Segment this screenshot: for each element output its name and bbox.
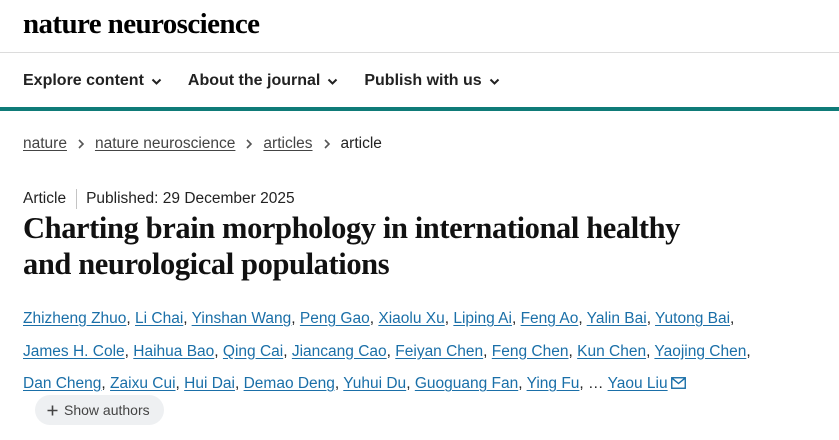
- envelope-icon[interactable]: [670, 377, 686, 389]
- author-link[interactable]: Hui Dai: [184, 375, 235, 392]
- journal-logo[interactable]: nature neuroscience: [23, 6, 260, 42]
- title-line-2: and neurological populations: [23, 247, 390, 281]
- author-link[interactable]: Feng Ao: [521, 310, 579, 327]
- author-link[interactable]: Peng Gao: [300, 310, 370, 327]
- author-link[interactable]: James H. Cole: [23, 343, 125, 360]
- author-link[interactable]: Qing Cai: [223, 343, 283, 360]
- author-link[interactable]: Yalin Bai: [587, 310, 647, 327]
- author-link[interactable]: Ying Fu: [527, 375, 580, 392]
- author-link[interactable]: Yaojing Chen: [654, 343, 746, 360]
- main-nav: Explore content About the journal Publis…: [23, 66, 526, 96]
- chevron-down-icon: [151, 78, 162, 85]
- author-link[interactable]: Liping Ai: [453, 310, 512, 327]
- nav-item-label: About the journal: [187, 72, 321, 89]
- accent-bar: [0, 107, 839, 111]
- author-link[interactable]: Haihua Bao: [133, 343, 214, 360]
- meta-divider: [76, 189, 78, 209]
- author-link[interactable]: Dan Cheng: [23, 375, 101, 392]
- published-date: Published: 29 December 2025: [86, 190, 295, 207]
- chevron-right-icon: [323, 139, 330, 149]
- author-ellipsis: …: [588, 375, 604, 392]
- author-link[interactable]: Zaixu Cui: [110, 375, 175, 392]
- show-authors-button[interactable]: Show authors: [35, 395, 164, 425]
- author-link[interactable]: Yutong Bai: [655, 310, 730, 327]
- show-authors-label: Show authors: [64, 402, 150, 418]
- nav-explore-content[interactable]: Explore content: [23, 72, 162, 90]
- author-link[interactable]: Demao Deng: [244, 375, 335, 392]
- chevron-down-icon: [328, 78, 338, 85]
- author-link[interactable]: Yinshan Wang: [192, 310, 292, 327]
- nav-item-label: Explore content: [23, 72, 144, 89]
- author-link[interactable]: Li Chai: [135, 310, 183, 327]
- author-link[interactable]: Zhizheng Zhuo: [23, 310, 126, 327]
- article-meta: Article Published: 29 December 2025: [23, 189, 295, 209]
- nav-about-journal[interactable]: About the journal: [188, 72, 338, 90]
- chevron-right-icon: [246, 139, 253, 149]
- chevron-down-icon: [489, 78, 499, 85]
- author-link[interactable]: Xiaolu Xu: [378, 310, 444, 327]
- author-link[interactable]: Jiancang Cao: [292, 343, 387, 360]
- article-type: Article: [23, 190, 67, 207]
- author-link[interactable]: Guoguang Fan: [415, 375, 518, 392]
- author-link[interactable]: Kun Chen: [577, 343, 646, 360]
- masthead: nature neuroscience: [23, 6, 260, 42]
- header-divider: [0, 52, 839, 53]
- breadcrumb-articles[interactable]: articles: [263, 135, 312, 153]
- nav-publish-with-us[interactable]: Publish with us: [364, 72, 499, 90]
- author-link[interactable]: Feng Chen: [492, 343, 569, 360]
- article-title: Charting brain morphology in internation…: [23, 210, 813, 282]
- author-link[interactable]: Feiyan Chen: [395, 343, 483, 360]
- breadcrumb-nature-neuroscience[interactable]: nature neuroscience: [95, 135, 235, 153]
- breadcrumb-nature[interactable]: nature: [23, 135, 67, 153]
- chevron-right-icon: [78, 139, 85, 149]
- corresponding-author-link[interactable]: Yaou Liu: [608, 375, 668, 392]
- breadcrumb-current: article: [340, 135, 382, 152]
- title-line-1: Charting brain morphology in internation…: [23, 211, 681, 245]
- nav-item-label: Publish with us: [364, 72, 482, 89]
- plus-icon: [47, 405, 58, 415]
- breadcrumb: nature nature neuroscience articles arti…: [23, 134, 382, 154]
- author-list: Zhizheng Zhuo, Li Chai, Yinshan Wang, Pe…: [23, 310, 751, 392]
- author-link[interactable]: Yuhui Du: [343, 375, 406, 392]
